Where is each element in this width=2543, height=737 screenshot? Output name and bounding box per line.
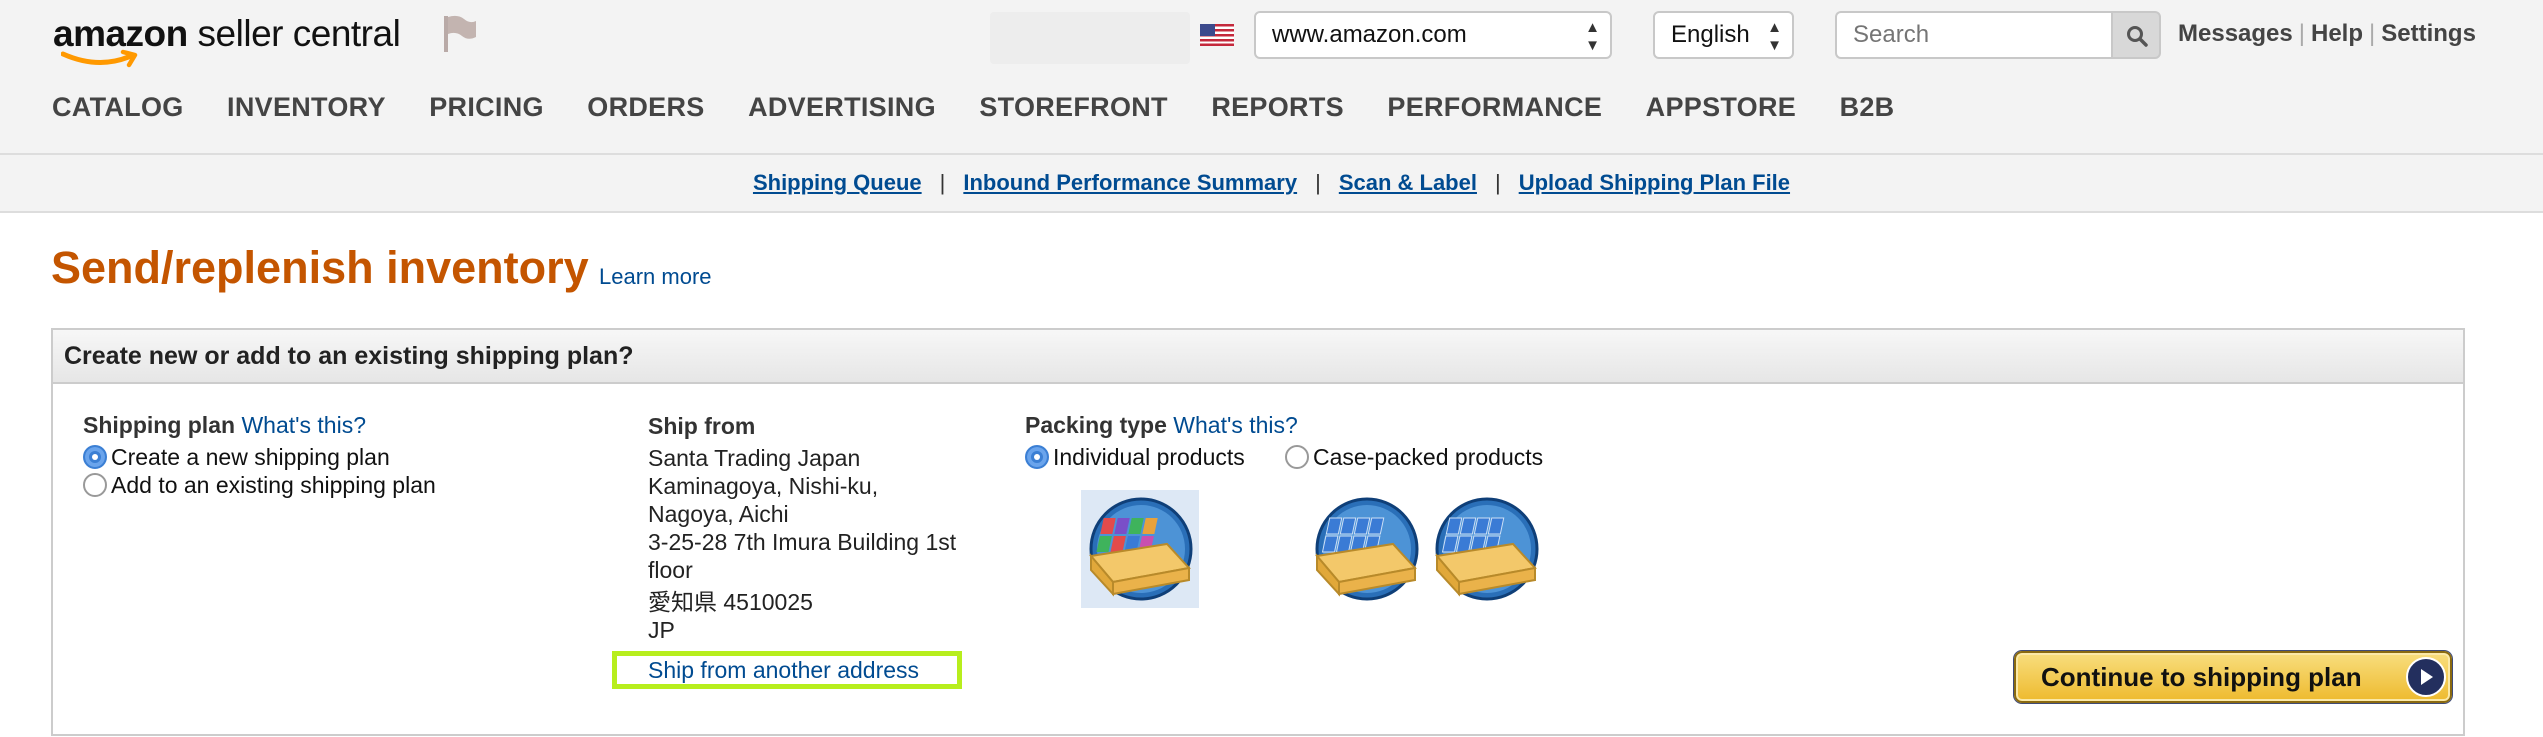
continue-button-label: Continue to shipping plan xyxy=(2041,662,2362,692)
shipping-plan-help-link[interactable]: What's this? xyxy=(241,412,366,438)
shipping-plan-section: Shipping plan What's this? Create a new … xyxy=(83,412,436,499)
individual-products-icon[interactable] xyxy=(1081,490,1199,608)
address-line: floor xyxy=(648,557,693,583)
individual-products-label: Individual products xyxy=(1053,443,1245,470)
nav-appstore[interactable]: APPSTORE xyxy=(1646,92,1796,123)
shipping-queue-link[interactable]: Shipping Queue xyxy=(753,170,922,195)
divider: | xyxy=(2298,20,2305,47)
ship-from-highlight: Ship from another address xyxy=(612,651,962,689)
address-line: Santa Trading Japan xyxy=(648,445,861,471)
redacted-account-area xyxy=(990,12,1190,64)
packing-type-label-text: Packing type xyxy=(1025,412,1167,438)
nav-b2b[interactable]: B2B xyxy=(1840,92,1895,123)
address-line: Nagoya, Aichi xyxy=(648,501,789,527)
nav-advertising[interactable]: ADVERTISING xyxy=(748,92,936,123)
address-line: 愛知県 4510025 xyxy=(648,589,813,615)
search-input[interactable] xyxy=(1835,11,2111,59)
shipping-plan-panel: Create new or add to an existing shippin… xyxy=(51,328,2465,736)
nav-inventory[interactable]: INVENTORY xyxy=(227,92,386,123)
amazon-seller-central-logo[interactable]: amazon seller central xyxy=(53,12,401,68)
marketplace-value: www.amazon.com xyxy=(1272,21,1467,48)
upload-shipping-plan-file-link[interactable]: Upload Shipping Plan File xyxy=(1519,170,1790,195)
main-nav: CATALOG INVENTORY PRICING ORDERS ADVERTI… xyxy=(52,92,1933,132)
mixed-products-box-icon xyxy=(1089,497,1193,601)
case-packed-products-icon[interactable] xyxy=(1427,490,1545,608)
packing-type-section: Packing type What's this? Individual pro… xyxy=(1025,412,1625,608)
case-packed-box-icon xyxy=(1315,497,1419,601)
language-select[interactable]: English ▲ ▼ xyxy=(1653,11,1794,59)
address-line: JP xyxy=(648,617,675,643)
arrow-right-icon xyxy=(2406,657,2446,697)
nav-performance[interactable]: PERFORMANCE xyxy=(1387,92,1602,123)
divider: | xyxy=(2369,20,2376,47)
nav-pricing[interactable]: PRICING xyxy=(429,92,544,123)
amazon-smile-icon xyxy=(61,49,138,68)
logo-product-text: seller central xyxy=(197,13,401,54)
ship-from-label: Ship from xyxy=(648,413,756,439)
learn-more-link[interactable]: Learn more xyxy=(599,264,712,290)
ship-from-section: Ship from Santa Trading Japan Kaminagoya… xyxy=(612,412,988,689)
marketplace-select[interactable]: www.amazon.com ▲ ▼ xyxy=(1254,11,1612,59)
flag-icon[interactable] xyxy=(440,12,480,54)
shipping-plan-label: Shipping plan What's this? xyxy=(83,412,436,439)
help-link[interactable]: Help xyxy=(2311,20,2363,47)
case-packed-products-option[interactable]: Case-packed products xyxy=(1285,443,1543,471)
divider: | xyxy=(939,170,946,195)
packing-type-help-link[interactable]: What's this? xyxy=(1173,412,1298,438)
shipping-plan-label-text: Shipping plan xyxy=(83,412,236,438)
us-flag-icon xyxy=(1200,24,1234,46)
individual-products-radio[interactable] xyxy=(1025,445,1049,469)
case-packed-products-radio[interactable] xyxy=(1285,445,1309,469)
nav-storefront[interactable]: STOREFRONT xyxy=(979,92,1168,123)
address-line: Kaminagoya, Nishi-ku, xyxy=(648,473,879,499)
case-packed-box-icon xyxy=(1435,497,1539,601)
continue-to-shipping-plan-button[interactable]: Continue to shipping plan xyxy=(2014,651,2452,703)
create-new-plan-option[interactable]: Create a new shipping plan xyxy=(83,443,436,471)
nav-catalog[interactable]: CATALOG xyxy=(52,92,184,123)
language-value: English xyxy=(1671,21,1750,48)
case-packed-products-label: Case-packed products xyxy=(1313,443,1544,470)
divider: | xyxy=(1494,170,1501,195)
shipping-sub-nav: Shipping Queue | Inbound Performance Summa… xyxy=(0,153,2543,213)
page-title: Send/replenish inventory xyxy=(51,242,589,293)
select-arrows-icon: ▲ ▼ xyxy=(1767,19,1782,54)
messages-link[interactable]: Messages xyxy=(2178,20,2293,47)
search-icon xyxy=(2127,26,2148,47)
address-line: 3-25-28 7th Imura Building 1st xyxy=(648,529,957,555)
scan-and-label-link[interactable]: Scan & Label xyxy=(1339,170,1477,195)
panel-heading: Create new or add to an existing shippin… xyxy=(53,330,2463,384)
search-button[interactable] xyxy=(2111,11,2161,59)
settings-link[interactable]: Settings xyxy=(2381,20,2476,47)
packing-type-label: Packing type What's this? xyxy=(1025,412,1625,439)
select-arrows-icon: ▲ ▼ xyxy=(1585,19,1600,54)
add-existing-plan-option[interactable]: Add to an existing shipping plan xyxy=(83,471,436,499)
create-new-plan-radio[interactable] xyxy=(83,445,107,469)
add-existing-plan-radio[interactable] xyxy=(83,473,107,497)
ship-from-another-address-link[interactable]: Ship from another address xyxy=(648,656,919,684)
nav-orders[interactable]: ORDERS xyxy=(587,92,704,123)
divider: | xyxy=(1315,170,1321,195)
top-links: Messages | Help | Settings xyxy=(2178,20,2476,48)
inbound-performance-summary-link[interactable]: Inbound Performance Summary xyxy=(963,170,1297,195)
individual-products-option[interactable]: Individual products xyxy=(1025,443,1245,471)
top-header: amazon seller central www.amazon.com ▲ ▼ … xyxy=(0,0,2543,153)
create-new-plan-label: Create a new shipping plan xyxy=(111,443,390,470)
case-packed-products-icon[interactable] xyxy=(1307,490,1425,608)
nav-reports[interactable]: REPORTS xyxy=(1211,92,1344,123)
add-existing-plan-label: Add to an existing shipping plan xyxy=(111,471,436,498)
